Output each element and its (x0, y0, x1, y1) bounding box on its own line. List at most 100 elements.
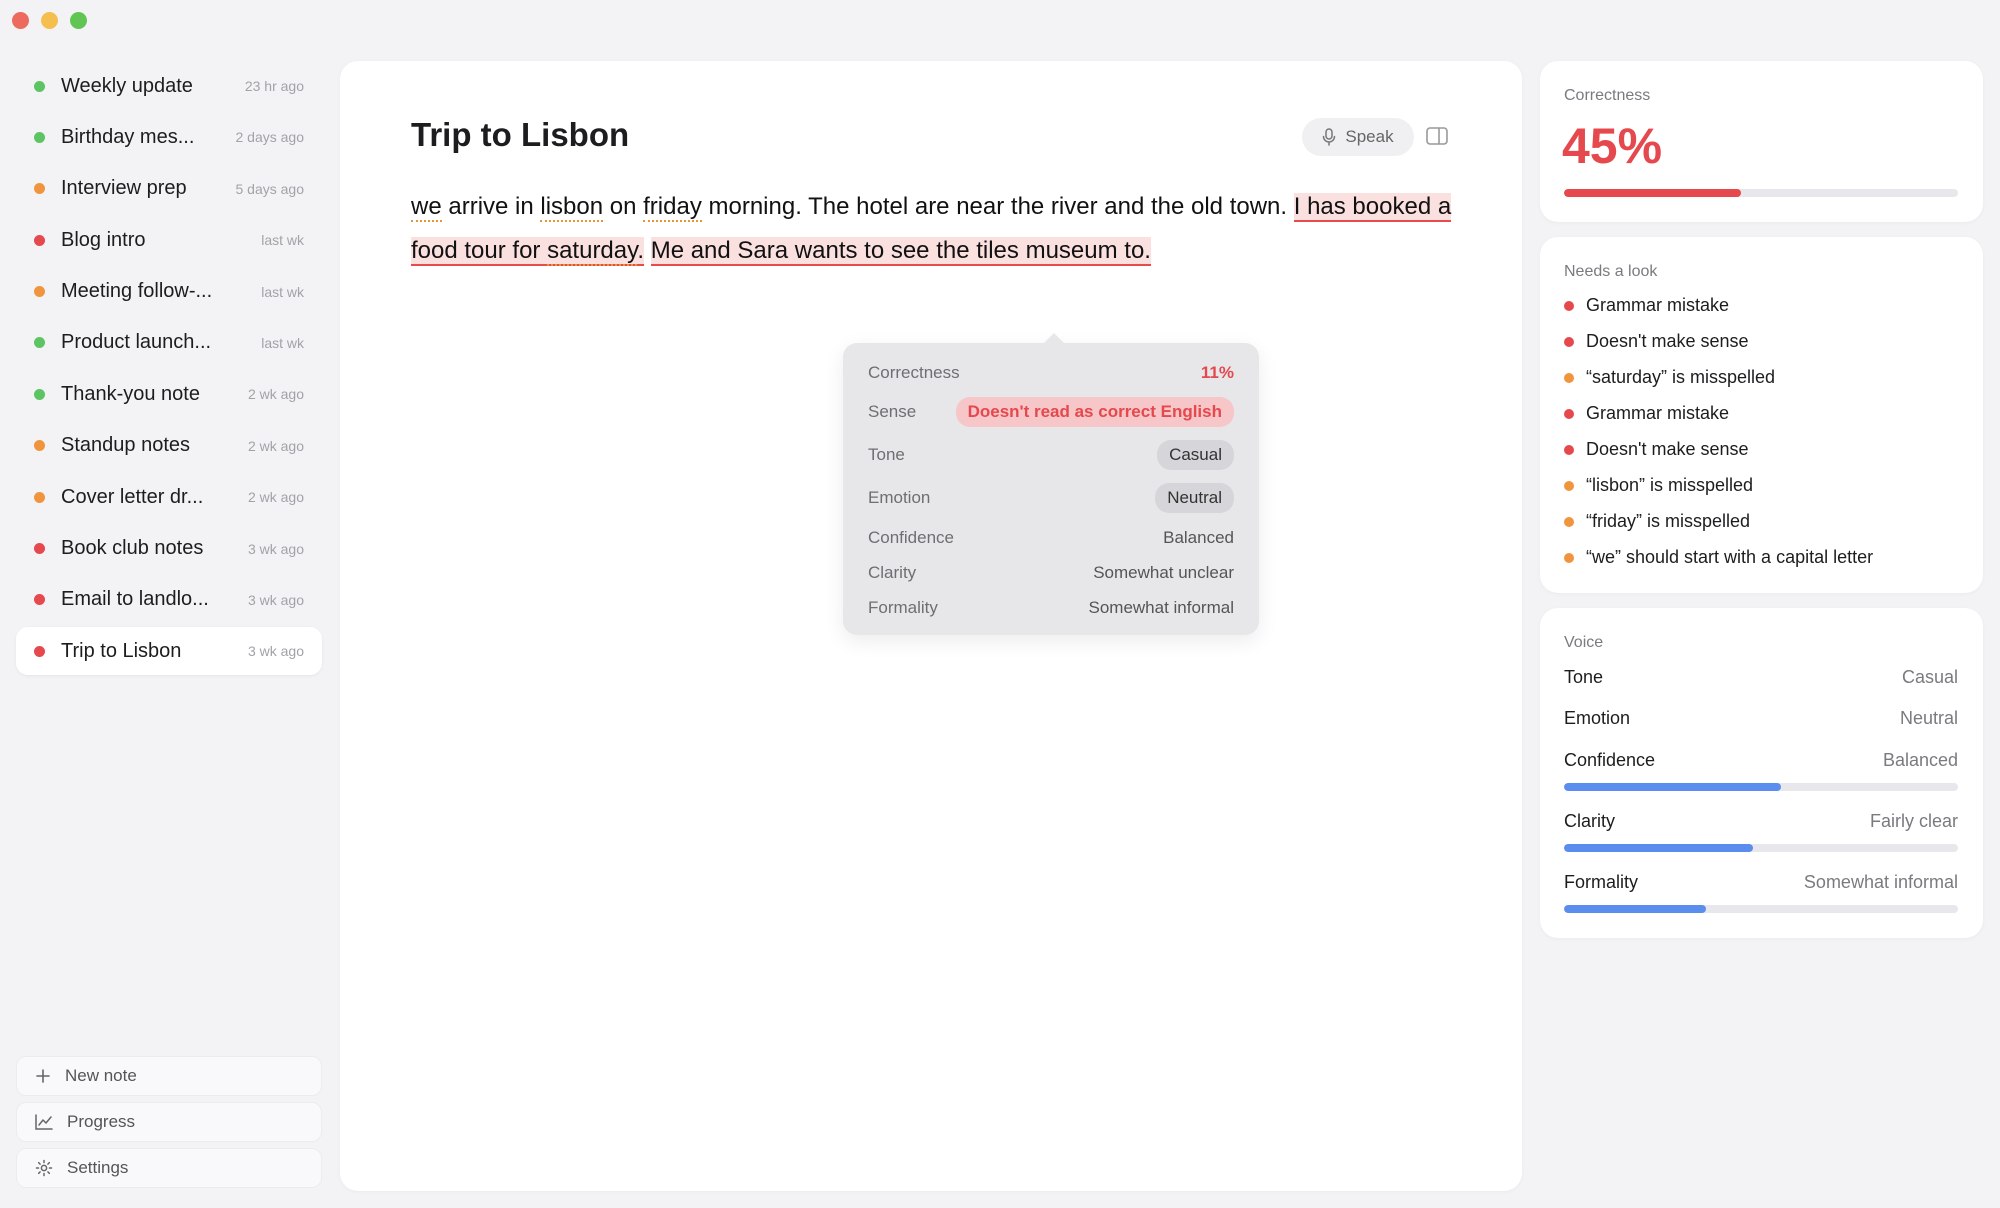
issue-text: Grammar mistake (1586, 403, 1730, 423)
note-time: 3 wk ago (247, 643, 304, 660)
sidebar-item[interactable]: Thank-you note 2 wk ago (16, 370, 322, 418)
sidebar-item[interactable]: Product launch... last wk (16, 319, 322, 367)
severity-dot (1564, 480, 1574, 491)
speak-label: Speak (1345, 127, 1394, 146)
popover-correctness-value: 11% (1200, 363, 1234, 382)
popover-sense-row: Sense Doesn't read as correct English (868, 397, 1234, 427)
severity-dot (1564, 516, 1574, 527)
correctness-score: 45% (1562, 118, 1663, 174)
needs-a-look-card: Needs a look Grammar mistake Doesn't mak… (1540, 237, 1983, 593)
status-dot (34, 234, 45, 246)
microphone-icon (1323, 128, 1336, 146)
note-time: 2 wk ago (247, 489, 304, 506)
confidence-bar (1564, 783, 1958, 791)
voice-label: Formality (1564, 872, 1639, 892)
text-run: on (603, 193, 644, 220)
voice-label: Confidence (1564, 750, 1656, 770)
sidebar-item[interactable]: Interview prep 5 days ago (16, 165, 322, 213)
note-time: 2 wk ago (247, 386, 304, 403)
issue-text: “lisbon” is misspelled (1586, 475, 1754, 495)
severity-dot (1564, 408, 1574, 419)
popover-value: Somewhat informal (1088, 598, 1234, 617)
sidebar-item[interactable]: Meeting follow-... last wk (16, 268, 322, 316)
sidebar-item[interactable]: Book club notes 3 wk ago (16, 525, 322, 573)
progress-label: Progress (67, 1112, 136, 1131)
severity-dot (1564, 300, 1574, 311)
note-time: 5 days ago (235, 180, 305, 197)
note-time: 2 wk ago (247, 437, 304, 454)
issue-text: “friday” is misspelled (1586, 511, 1751, 531)
note-title: Trip to Lisbon (61, 639, 182, 662)
sidebar-item-active[interactable]: Trip to Lisbon 3 wk ago (16, 627, 322, 676)
misspelled-word[interactable]: we (411, 193, 442, 222)
popover-value: Balanced (1163, 528, 1234, 547)
note-title: Thank-you note (61, 382, 200, 405)
clarity-bar-fill (1564, 844, 1754, 852)
voice-value: Casual (1901, 667, 1958, 687)
document-title[interactable]: Trip to Lisbon (411, 116, 629, 154)
issue-item[interactable]: Doesn't make sense (1564, 331, 1749, 352)
sidebar-item[interactable]: Cover letter dr... 2 wk ago (16, 473, 322, 521)
close-window-button[interactable] (12, 12, 29, 29)
note-title: Standup notes (61, 434, 190, 457)
note-time: last wk (261, 334, 304, 351)
note-title: Cover letter dr... (61, 485, 204, 508)
emotion-badge: Neutral (1155, 483, 1234, 513)
issue-item[interactable]: “friday” is misspelled (1564, 511, 1750, 532)
progress-button[interactable]: Progress (16, 1102, 322, 1142)
note-time: 3 wk ago (247, 540, 304, 557)
sidebar-item[interactable]: Weekly update 23 hr ago (16, 62, 322, 110)
traffic-lights (12, 12, 87, 29)
voice-value: Fairly clear (1869, 811, 1958, 831)
settings-button[interactable]: Settings (16, 1148, 322, 1188)
voice-tone-row: Tone Casual (1564, 667, 1958, 688)
issue-item[interactable]: Grammar mistake (1564, 295, 1729, 316)
sidebar-item[interactable]: Standup notes 2 wk ago (16, 422, 322, 470)
gear-icon (35, 1159, 53, 1177)
popover-label: Tone (868, 445, 905, 464)
issue-item[interactable]: “lisbon” is misspelled (1564, 475, 1753, 496)
misspelled-word[interactable]: lisbon (540, 193, 604, 222)
sense-badge: Doesn't read as correct English (955, 397, 1234, 427)
voice-card: Voice Tone Casual Emotion Neutral Confid… (1540, 608, 1983, 938)
confidence-bar-fill (1564, 783, 1781, 791)
issue-text: Doesn't make sense (1586, 439, 1749, 459)
issue-item[interactable]: “we” should start with a capital letter (1564, 547, 1873, 568)
popover-clarity-row: Clarity Somewhat unclear (868, 563, 1234, 583)
voice-confidence-row: Confidence Balanced (1564, 750, 1958, 771)
new-note-button[interactable]: New note (16, 1056, 322, 1096)
correctness-bar (1564, 189, 1958, 197)
severity-dot (1564, 372, 1574, 383)
speak-button[interactable]: Speak (1302, 118, 1414, 156)
misspelled-word[interactable]: saturday (547, 237, 638, 266)
note-title: Birthday mes... (61, 125, 195, 148)
severity-dot (1564, 336, 1574, 347)
voice-label: Tone (1564, 667, 1604, 687)
note-title: Interview prep (61, 177, 187, 200)
maximize-window-button[interactable] (70, 12, 87, 29)
severity-dot (1564, 444, 1574, 455)
status-dot (34, 337, 45, 349)
sidebar-toggle-icon[interactable] (1426, 127, 1448, 145)
popover-correctness-row: Correctness 11% (868, 363, 1234, 383)
flagged-sentence[interactable]: Me and Sara wants to see the tiles museu… (650, 237, 1151, 266)
status-dot (34, 645, 45, 657)
settings-label: Settings (67, 1158, 129, 1177)
issue-item[interactable]: “saturday” is misspelled (1564, 367, 1775, 388)
issue-item[interactable]: Grammar mistake (1564, 403, 1729, 424)
correctness-bar-fill (1564, 189, 1742, 197)
tone-badge: Casual (1157, 440, 1234, 470)
issue-item[interactable]: Doesn't make sense (1564, 439, 1749, 460)
document-body[interactable]: we arrive in lisbon on friday morning. T… (411, 185, 1461, 273)
note-time: 2 days ago (235, 129, 305, 146)
voice-formality-row: Formality Somewhat informal (1564, 872, 1958, 893)
minimize-window-button[interactable] (41, 12, 58, 29)
card-title: Voice (1564, 634, 1604, 651)
sidebar-item[interactable]: Birthday mes... 2 days ago (16, 113, 322, 161)
sidebar-notes-list: Weekly update 23 hr ago Birthday mes... 2 … (16, 62, 322, 679)
sidebar-item[interactable]: Email to landlo... 3 wk ago (16, 576, 322, 624)
sidebar-item[interactable]: Blog intro last wk (16, 216, 322, 264)
status-dot (34, 286, 45, 298)
note-title: Weekly update (61, 74, 193, 97)
misspelled-word[interactable]: friday (643, 193, 702, 222)
